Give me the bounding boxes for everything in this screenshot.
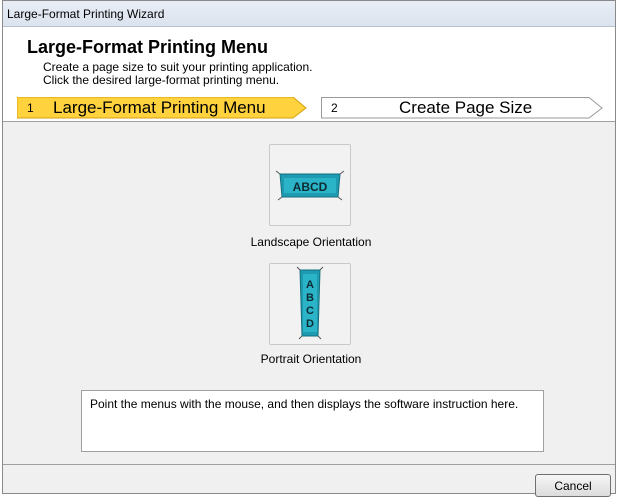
portrait-orientation-label: Portrait Orientation (260, 352, 362, 366)
svg-text:A: A (306, 279, 314, 291)
svg-text:C: C (306, 305, 314, 317)
landscape-orientation-button[interactable]: ABCD (269, 144, 351, 226)
page-title: Large-Format Printing Menu (27, 37, 269, 57)
step-2-label: Create Page Size (399, 98, 533, 117)
step-1-large-format-printing-menu: 1 Large-Format Printing Menu (17, 97, 307, 119)
subtitle-line-2: Click the desired large-format printing … (43, 73, 280, 87)
portrait-orientation-button[interactable]: A B C D (269, 263, 351, 345)
step-2-number: 2 (331, 101, 338, 115)
cancel-button[interactable]: Cancel (535, 474, 611, 497)
portrait-orientation-icon: A B C D (296, 266, 324, 340)
step-1-number: 1 (27, 101, 34, 115)
footer-divider (3, 464, 615, 465)
step-1-label: Large-Format Printing Menu (53, 98, 266, 117)
instruction-panel: Point the menus with the mouse, and then… (81, 390, 544, 452)
landscape-orientation-icon: ABCD (275, 170, 345, 201)
landscape-icon-text: ABCD (293, 180, 328, 194)
step-2-create-page-size: 2 Create Page Size (321, 97, 603, 119)
svg-text:B: B (306, 292, 314, 304)
wizard-header: Large-Format Printing Menu Create a page… (3, 27, 615, 122)
wizard-window: Large-Format Printing Wizard Large-Forma… (2, 0, 616, 497)
svg-text:D: D (306, 318, 314, 330)
window-title: Large-Format Printing Wizard (3, 1, 615, 27)
landscape-orientation-label: Landscape Orientation (250, 235, 372, 249)
subtitle-line-1: Create a page size to suit your printing… (43, 60, 313, 74)
